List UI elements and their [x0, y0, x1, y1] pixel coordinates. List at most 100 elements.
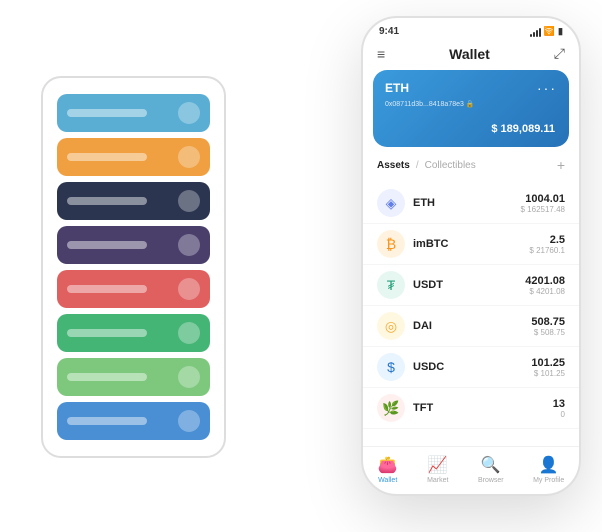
assets-section: Assets / Collectibles + [363, 147, 579, 183]
card-icon [178, 410, 200, 432]
asset-icon-dai: ◎ [377, 312, 405, 340]
asset-amount: 508.75 [531, 316, 565, 328]
card-icon [178, 322, 200, 344]
wifi-icon: 🛜 [544, 26, 555, 37]
add-asset-button[interactable]: + [557, 157, 565, 173]
nav-label-browser: Browser [478, 477, 504, 484]
card-item[interactable] [57, 314, 210, 352]
card-line [67, 285, 147, 293]
nav-item-browser[interactable]: 🔍 Browser [478, 455, 504, 484]
asset-name: USDT [413, 279, 525, 291]
card-line [67, 329, 147, 337]
asset-item[interactable]: 🌿 TFT 13 0 [363, 388, 579, 429]
nav-item-market[interactable]: 📈 Market [427, 455, 448, 484]
wallet-card-top: ETH ··· [385, 80, 557, 96]
tab-divider: / [416, 160, 419, 171]
phone-mockup: 9:41 🛜 ▮ ≡ Wallet ⤢ ETH ··· [361, 16, 581, 496]
asset-usd: $ 4201.08 [525, 287, 565, 296]
assets-tabs: Assets / Collectibles [377, 160, 476, 171]
card-line [67, 373, 147, 381]
scene: 9:41 🛜 ▮ ≡ Wallet ⤢ ETH ··· [21, 16, 581, 516]
asset-item[interactable]: $ USDC 101.25 $ 101.25 [363, 347, 579, 388]
wallet-address: 0x08711d3b...8418a78e3 🔒 [385, 100, 557, 108]
asset-name: USDC [413, 361, 531, 373]
asset-usd: 0 [553, 410, 565, 419]
asset-usd: $ 508.75 [531, 328, 565, 337]
bottom-nav: 👛 Wallet 📈 Market 🔍 Browser 👤 My Profile [363, 446, 579, 494]
card-icon [178, 190, 200, 212]
asset-usd: $ 21760.1 [529, 246, 565, 255]
card-stack [41, 76, 226, 458]
asset-values: 2.5 $ 21760.1 [529, 234, 565, 255]
balance-amount: $ 189,089.11 [491, 123, 555, 135]
asset-item[interactable]: ₿ imBTC 2.5 $ 21760.1 [363, 224, 579, 265]
asset-amount: 2.5 [529, 234, 565, 246]
asset-usd: $ 101.25 [531, 369, 565, 378]
asset-item[interactable]: ◈ ETH 1004.01 $ 162517.48 [363, 183, 579, 224]
card-item[interactable] [57, 226, 210, 264]
card-item[interactable] [57, 138, 210, 176]
card-item[interactable] [57, 182, 210, 220]
expand-icon[interactable]: ⤢ [554, 45, 565, 62]
asset-item[interactable]: ◎ DAI 508.75 $ 508.75 [363, 306, 579, 347]
asset-usd: $ 162517.48 [521, 205, 566, 214]
asset-amount: 13 [553, 398, 565, 410]
nav-item-wallet[interactable]: 👛 Wallet [378, 455, 398, 484]
wallet-options-icon[interactable]: ··· [537, 80, 557, 96]
asset-icon-tft: 🌿 [377, 394, 405, 422]
phone-header: ≡ Wallet ⤢ [363, 41, 579, 70]
card-line [67, 197, 147, 205]
card-line [67, 153, 147, 161]
signal-icon [530, 27, 541, 37]
nav-item-profile[interactable]: 👤 My Profile [533, 455, 564, 484]
battery-icon: ▮ [558, 26, 563, 37]
card-item[interactable] [57, 94, 210, 132]
wallet-card: ETH ··· 0x08711d3b...8418a78e3 🔒 $ 189,0… [373, 70, 569, 147]
asset-icon-imbtc: ₿ [377, 230, 405, 258]
asset-name: ETH [413, 197, 521, 209]
status-time: 9:41 [379, 26, 399, 37]
asset-amount: 1004.01 [521, 193, 566, 205]
card-icon [178, 366, 200, 388]
nav-label-wallet: Wallet [378, 477, 397, 484]
asset-values: 4201.08 $ 4201.08 [525, 275, 565, 296]
card-icon [178, 234, 200, 256]
asset-icon-eth: ◈ [377, 189, 405, 217]
nav-label-profile: My Profile [533, 477, 564, 484]
menu-icon[interactable]: ≡ [377, 46, 385, 62]
wallet-balance: $ 189,089.11 [385, 116, 557, 137]
asset-icon-usdt: ₮ [377, 271, 405, 299]
card-item[interactable] [57, 270, 210, 308]
card-line [67, 241, 147, 249]
asset-values: 101.25 $ 101.25 [531, 357, 565, 378]
nav-icon-wallet: 👛 [378, 455, 398, 475]
card-item[interactable] [57, 402, 210, 440]
card-item[interactable] [57, 358, 210, 396]
card-line [67, 417, 147, 425]
card-icon [178, 278, 200, 300]
tab-assets[interactable]: Assets [377, 160, 410, 171]
wallet-token-label: ETH [385, 81, 409, 95]
asset-values: 13 0 [553, 398, 565, 419]
asset-name: DAI [413, 320, 531, 332]
asset-amount: 4201.08 [525, 275, 565, 287]
nav-label-market: Market [427, 477, 448, 484]
status-icons: 🛜 ▮ [530, 26, 563, 37]
header-title: Wallet [449, 46, 490, 62]
assets-header: Assets / Collectibles + [377, 157, 565, 173]
asset-item[interactable]: ₮ USDT 4201.08 $ 4201.08 [363, 265, 579, 306]
asset-icon-usdc: $ [377, 353, 405, 381]
nav-icon-market: 📈 [428, 455, 448, 475]
nav-icon-profile: 👤 [539, 455, 559, 475]
nav-icon-browser: 🔍 [481, 455, 501, 475]
card-icon [178, 146, 200, 168]
asset-list: ◈ ETH 1004.01 $ 162517.48 ₿ imBTC 2.5 $ … [363, 183, 579, 446]
asset-values: 1004.01 $ 162517.48 [521, 193, 566, 214]
status-bar: 9:41 🛜 ▮ [363, 18, 579, 41]
asset-name: imBTC [413, 238, 529, 250]
tab-collectibles[interactable]: Collectibles [425, 160, 476, 171]
asset-values: 508.75 $ 508.75 [531, 316, 565, 337]
card-line [67, 109, 147, 117]
card-icon [178, 102, 200, 124]
asset-amount: 101.25 [531, 357, 565, 369]
